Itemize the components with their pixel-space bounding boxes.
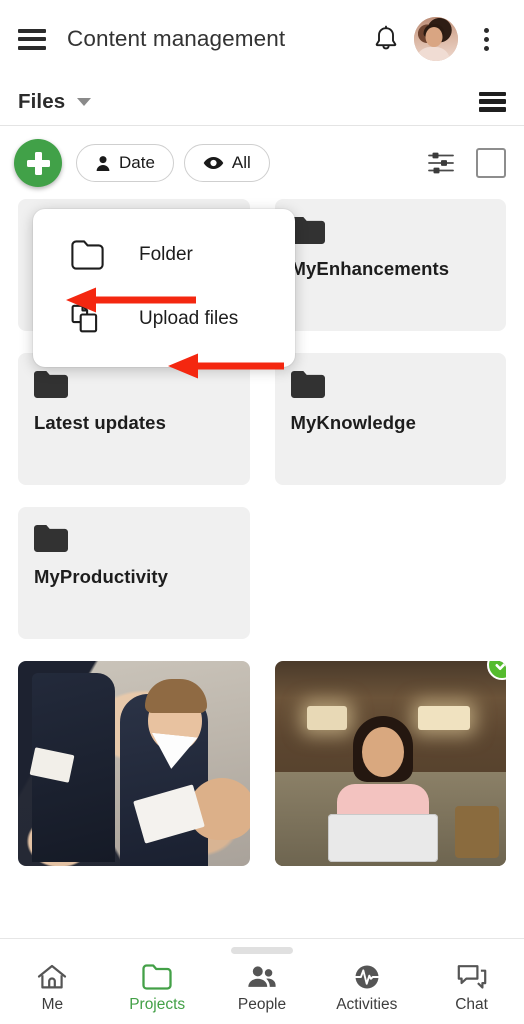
menu-item-upload-files-label: Upload files <box>139 308 239 329</box>
photo-card[interactable] <box>18 661 250 866</box>
folder-card-label: MyProductivity <box>34 566 169 587</box>
eye-icon <box>203 157 224 169</box>
people-icon <box>248 966 276 987</box>
chip-all-label: All <box>231 153 251 172</box>
bell-icon[interactable] <box>364 17 408 61</box>
photo-person-face <box>362 726 405 777</box>
folder-outline-icon <box>142 964 172 990</box>
photo-person-collar <box>148 732 197 771</box>
nav-item-chat-label: Chat <box>455 996 488 1013</box>
nav-item-me-label: Me <box>41 996 64 1013</box>
nav-item-projects[interactable]: Projects <box>105 964 210 1024</box>
folder-card[interactable]: MyEnhancements <box>274 199 506 331</box>
folder-card-label: MyEnhancements <box>290 258 450 279</box>
home-icon <box>38 964 67 989</box>
folder-card-label: MyKnowledge <box>290 412 416 433</box>
section-title[interactable]: Files <box>18 90 65 114</box>
chevron-down-icon[interactable] <box>77 97 92 106</box>
drag-handle[interactable] <box>231 947 293 954</box>
chip-date[interactable]: Date <box>76 144 174 182</box>
nav-item-chat[interactable]: Chat <box>419 964 524 1024</box>
nav-item-projects-label: Projects <box>129 996 186 1013</box>
app-bar-actions <box>364 17 508 61</box>
hamburger-menu-icon[interactable] <box>18 28 46 50</box>
menu-item-folder-label: Folder <box>139 244 193 265</box>
photo-person-hair <box>145 679 208 714</box>
folder-card[interactable]: MyKnowledge <box>274 353 506 485</box>
folder-filled-icon <box>34 371 68 398</box>
sliders-filter-icon[interactable] <box>428 152 454 174</box>
check-circle-icon[interactable] <box>487 661 506 680</box>
folder-card-label: Latest updates <box>34 412 166 433</box>
create-dropdown-menu: Folder Upload files <box>33 209 295 367</box>
photo-paper-2 <box>29 747 75 784</box>
add-button[interactable] <box>14 139 62 187</box>
nav-item-activities[interactable]: Activities <box>314 964 419 1024</box>
list-menu-icon[interactable] <box>479 91 506 112</box>
chat-bubbles-icon <box>457 965 486 989</box>
photo-paper <box>133 784 206 844</box>
filter-toolbar: Date All <box>0 127 524 199</box>
folder-filled-icon <box>290 217 325 244</box>
folder-filled-icon <box>34 525 68 552</box>
upload-files-icon <box>71 304 98 333</box>
nav-item-people-label: People <box>237 996 287 1013</box>
grid-empty-cell <box>275 507 507 639</box>
photo-laptop <box>328 813 439 862</box>
avatar[interactable] <box>414 17 458 61</box>
photo-card[interactable] <box>274 661 506 866</box>
folder-filled-icon <box>290 371 325 398</box>
avatar-face <box>425 26 443 47</box>
nav-item-people[interactable]: People <box>210 964 315 1024</box>
filter-chips: Date All <box>76 144 270 182</box>
photo-bag <box>455 805 500 858</box>
nav-item-me[interactable]: Me <box>0 964 105 1024</box>
files-content-area: Date All MyEnhancements Latest updates M… <box>0 127 524 952</box>
person-icon <box>96 155 110 171</box>
menu-item-upload-files[interactable]: Upload files <box>33 287 295 351</box>
menu-item-folder[interactable]: Folder <box>33 223 295 287</box>
activity-pulse-icon <box>354 965 379 989</box>
photo-lamp <box>306 706 347 731</box>
checkbox-unchecked-icon[interactable] <box>476 148 506 178</box>
page-title: Content management <box>67 26 286 51</box>
folder-outline-icon <box>71 240 104 270</box>
top-app-bar: Content management <box>0 0 524 78</box>
mobile-app-screen: Content management Files Date All MyEnha… <box>0 0 524 1024</box>
folder-card[interactable]: Latest updates <box>18 353 250 485</box>
chip-date-label: Date <box>119 153 155 172</box>
chip-all[interactable]: All <box>183 144 270 182</box>
more-vertical-icon[interactable] <box>464 17 508 61</box>
files-sub-bar: Files <box>0 78 524 126</box>
nav-item-activities-label: Activities <box>336 996 398 1013</box>
bottom-navigation-bar: Me Projects People Activities Chat <box>0 938 524 1024</box>
folder-card[interactable]: MyProductivity <box>18 507 250 639</box>
photo-lamp <box>418 706 471 731</box>
